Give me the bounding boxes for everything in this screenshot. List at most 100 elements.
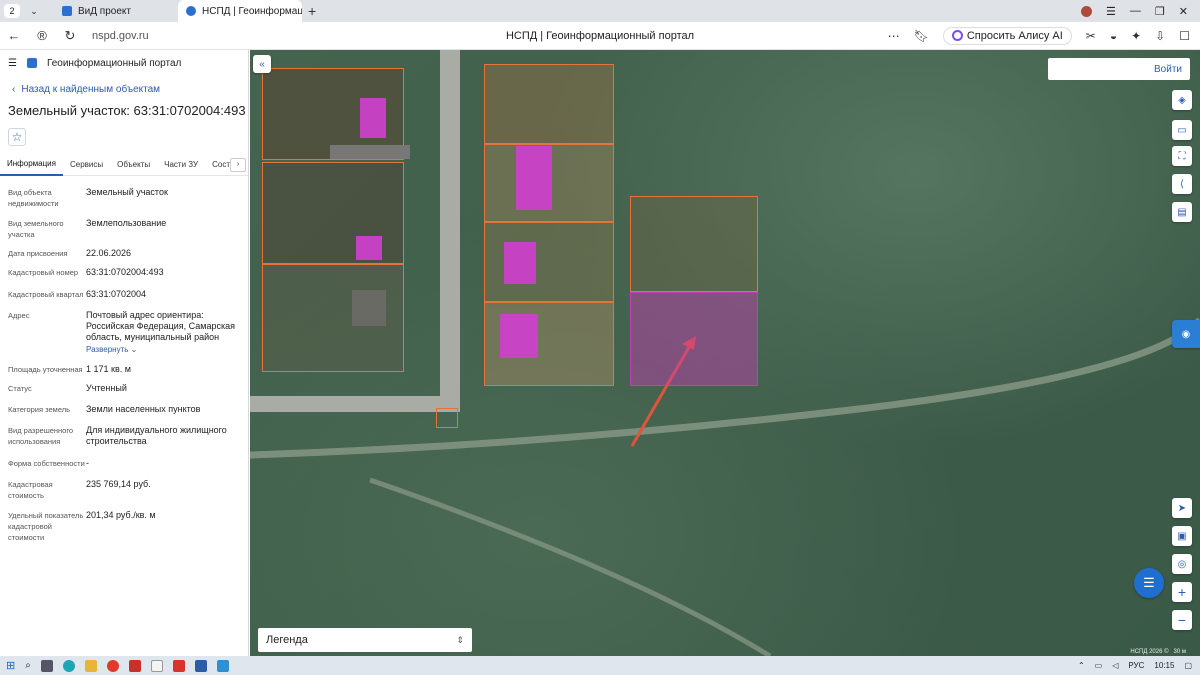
field-row: Дата присвоения 22.06.2026: [8, 248, 243, 259]
collections-icon[interactable]: ☐: [1179, 29, 1190, 43]
building-marker[interactable]: [356, 236, 382, 260]
download-icon[interactable]: ⇩: [1155, 29, 1165, 43]
yandex-browser-icon[interactable]: [172, 659, 185, 672]
address-bar: ← ® ↻ nspd.gov.ru НСПД | Геоинформационн…: [0, 22, 1200, 50]
field-value: Землепользование: [86, 218, 167, 228]
yandex-icon[interactable]: [106, 659, 119, 672]
network-icon[interactable]: ▭: [1095, 661, 1103, 670]
mask-icon[interactable]: ◒: [1110, 29, 1117, 43]
tray-chevron-icon[interactable]: ⌃: [1078, 661, 1085, 670]
field-row: Категория земель Земли населенных пункто…: [8, 404, 243, 415]
land-parcel[interactable]: [262, 162, 404, 264]
tab-nspd[interactable]: НСПД | Геоинформацио ✕: [178, 0, 302, 22]
land-parcel[interactable]: [484, 64, 614, 144]
map-copyright: НСПД 2026 © 30 м: [1130, 649, 1186, 655]
building-marker[interactable]: [500, 314, 538, 358]
tab-vid-project[interactable]: ВиД проект: [54, 0, 174, 22]
field-value: 22.06.2026: [86, 248, 132, 258]
object-info-sidebar: ☰ Геоинформационный портал ‹ Назад к най…: [0, 50, 249, 656]
back-arrow-icon[interactable]: ←: [0, 28, 28, 43]
edge-icon[interactable]: [62, 659, 75, 672]
field-key: Адрес: [8, 311, 30, 320]
selected-parcel[interactable]: [630, 292, 758, 386]
back-to-results-link[interactable]: ‹ Назад к найденным объектам: [0, 76, 248, 95]
document-icon[interactable]: [150, 659, 163, 672]
extensions-icon[interactable]: ✦: [1131, 29, 1141, 43]
field-value: Для индивидуального жилищного строительс…: [86, 425, 227, 446]
tab-information[interactable]: Информация: [0, 154, 63, 176]
building-marker[interactable]: [360, 98, 386, 138]
building-footprint: [352, 290, 386, 326]
close-window-button[interactable]: ✕: [1179, 5, 1188, 18]
land-parcel[interactable]: [436, 408, 458, 428]
task-view-icon[interactable]: [40, 659, 53, 672]
app-icon[interactable]: [216, 659, 229, 672]
tab-services[interactable]: Сервисы: [63, 160, 110, 169]
login-button[interactable]: Войти: [1048, 58, 1190, 80]
field-key: Вид земельного участка: [8, 219, 64, 239]
alice-label: Спросить Алису AI: [966, 29, 1063, 42]
geolocation-icon[interactable]: ◎: [1172, 554, 1192, 574]
info-tabs: Информация Сервисы Объекты Части ЗУ Сост…: [0, 154, 248, 176]
tabs-scroll-right-button[interactable]: ›: [230, 157, 246, 172]
clock[interactable]: 10:15: [1154, 661, 1174, 670]
field-row: Вид земельного участка Землепользование: [8, 218, 243, 240]
minimap-icon[interactable]: ▣: [1172, 526, 1192, 546]
legend-dropdown[interactable]: Легенда ⇕: [258, 628, 472, 652]
building-marker[interactable]: [516, 146, 552, 210]
favorite-star-button[interactable]: ☆: [8, 128, 26, 146]
select-area-icon[interactable]: ⛶: [1172, 146, 1192, 166]
bookmark-icon[interactable]: 🔖︎: [914, 29, 929, 43]
alice-button[interactable]: Спросить Алису AI: [942, 26, 1072, 45]
building-marker[interactable]: [504, 242, 536, 284]
language-indicator[interactable]: РУС: [1128, 661, 1144, 670]
locate-icon[interactable]: ➤: [1172, 498, 1192, 518]
field-row: Вид разрешенного использования Для индив…: [8, 425, 243, 447]
object-title: Земельный участок: 63:31:0702004:493: [8, 103, 246, 118]
yandex-icon[interactable]: ®: [28, 28, 56, 43]
chat-icon[interactable]: ☰: [1134, 568, 1164, 598]
print-icon[interactable]: ▤: [1172, 202, 1192, 222]
address-value: Почтовый адрес ориентира: Российская Фед…: [86, 310, 235, 342]
start-icon[interactable]: ⊞: [6, 659, 15, 672]
zoom-in-button[interactable]: +: [1172, 582, 1192, 602]
os-taskbar: ⊞ ⌕ ⌃ ▭ ◁ РУС 10:15 ▢: [0, 656, 1200, 675]
measure-icon[interactable]: ▭: [1172, 120, 1192, 140]
pdf-icon[interactable]: [128, 659, 141, 672]
more-icon[interactable]: ⋯: [888, 29, 900, 43]
field-value: Учтенный: [86, 383, 127, 393]
tab-parts[interactable]: Части ЗУ: [157, 160, 205, 169]
collapse-sidebar-button[interactable]: «: [253, 55, 271, 73]
field-key: Кадастровая стоимость: [8, 480, 53, 500]
tab-objects[interactable]: Объекты: [110, 160, 157, 169]
chevron-down-icon[interactable]: ⌄: [26, 6, 42, 17]
zoom-out-button[interactable]: −: [1172, 610, 1192, 630]
restore-button[interactable]: ❐: [1155, 5, 1165, 18]
layers-icon[interactable]: ◈: [1172, 90, 1192, 110]
satellite-map[interactable]: « Войти ◈ ▭ ⛶ ⟨ ▤ ◉ ➤ ▣ ◎ ☰ + − Легенда …: [250, 50, 1200, 656]
url-field[interactable]: nspd.gov.ru: [92, 30, 149, 42]
word-icon[interactable]: [194, 659, 207, 672]
land-parcel[interactable]: [630, 196, 758, 292]
reload-icon[interactable]: ↻: [56, 28, 84, 44]
expand-link[interactable]: Развернуть ⌄: [86, 344, 243, 355]
tools-icon[interactable]: ✂: [1086, 29, 1096, 43]
tab-count-badge[interactable]: 2: [4, 4, 20, 18]
field-key: Кадастровый номер: [8, 268, 79, 277]
new-tab-button[interactable]: +: [308, 3, 316, 19]
profile-avatar[interactable]: [1081, 5, 1093, 17]
window-controls: ☰ — ❐ ✕: [1081, 0, 1200, 22]
alice-icon: [951, 30, 963, 41]
field-key: Форма собственности: [8, 459, 85, 468]
assistant-icon[interactable]: ◉: [1172, 320, 1200, 348]
notifications-icon[interactable]: ▢: [1184, 661, 1192, 670]
hamburger-icon[interactable]: ☰: [8, 58, 17, 69]
minimize-button[interactable]: —: [1130, 5, 1141, 17]
menu-icon[interactable]: ☰: [1106, 5, 1116, 18]
search-icon[interactable]: ⌕: [25, 660, 31, 671]
field-row: Удельный показатель кадастровой стоимост…: [8, 510, 243, 543]
app-title: Геоинформационный портал: [46, 57, 182, 69]
volume-icon[interactable]: ◁: [1112, 661, 1118, 670]
explorer-icon[interactable]: [84, 659, 97, 672]
share-icon[interactable]: ⟨: [1172, 174, 1192, 194]
